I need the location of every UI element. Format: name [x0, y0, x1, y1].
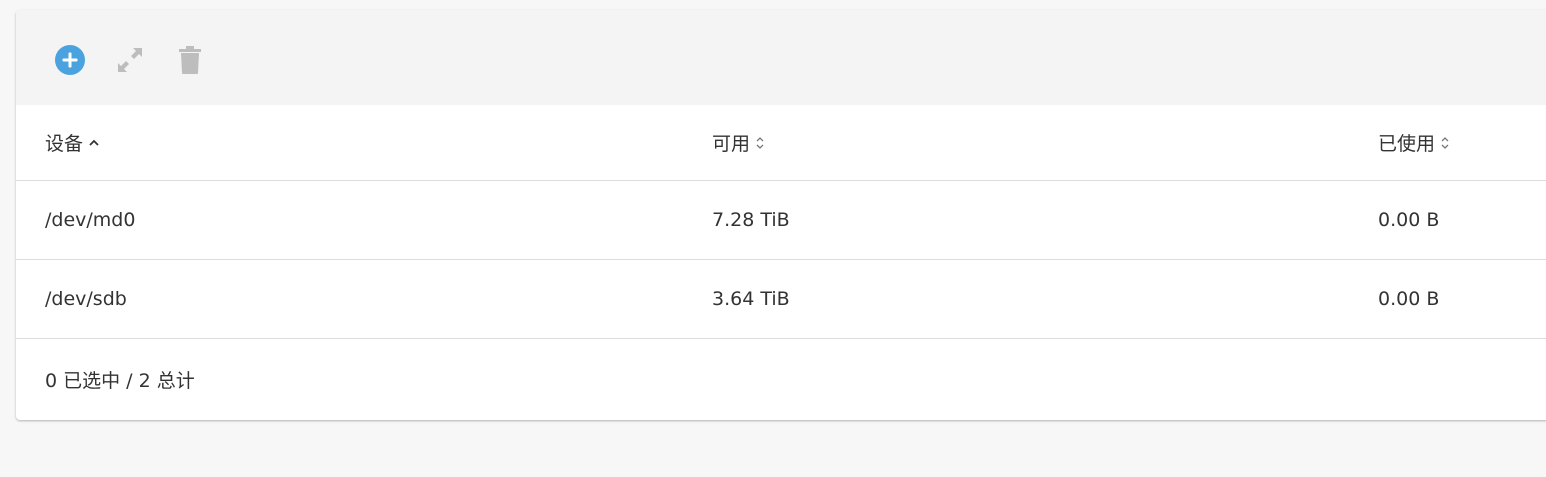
selection-summary: 0 已选中 / 2 总计 [45, 370, 195, 392]
used-cell: 0.00 B [1378, 288, 1440, 310]
add-button[interactable] [54, 44, 86, 76]
table-footer: 0 已选中 / 2 总计 [16, 339, 1546, 420]
sort-updown-icon [755, 135, 765, 151]
available-cell: 7.28 TiB [712, 209, 790, 231]
delete-button[interactable] [174, 44, 206, 76]
column-header-used[interactable]: 已使用 [1378, 105, 1450, 180]
table-toolbar [16, 10, 1546, 105]
device-table-card: 设备 可用 已使用 /dev/md0 7.28 TiB 0.00 B /dev/… [16, 10, 1546, 420]
column-header-available[interactable]: 可用 [712, 105, 765, 180]
column-label: 已使用 [1378, 133, 1436, 155]
available-cell: 3.64 TiB [712, 288, 790, 310]
trash-icon [179, 46, 201, 74]
expand-icon [118, 48, 142, 72]
table-row[interactable]: /dev/md0 7.28 TiB 0.00 B [16, 181, 1546, 260]
expand-button[interactable] [114, 44, 146, 76]
column-label: 可用 [712, 133, 751, 155]
chevron-up-icon [88, 137, 100, 149]
column-header-device[interactable]: 设备 [45, 105, 100, 180]
sort-updown-icon [1440, 135, 1450, 151]
column-label: 设备 [45, 133, 84, 155]
plus-circle-icon [55, 45, 85, 75]
table-row[interactable]: /dev/sdb 3.64 TiB 0.00 B [16, 260, 1546, 339]
device-cell: /dev/md0 [45, 209, 136, 231]
used-cell: 0.00 B [1378, 209, 1440, 231]
device-cell: /dev/sdb [45, 288, 127, 310]
table-header-row: 设备 可用 已使用 [16, 105, 1546, 181]
